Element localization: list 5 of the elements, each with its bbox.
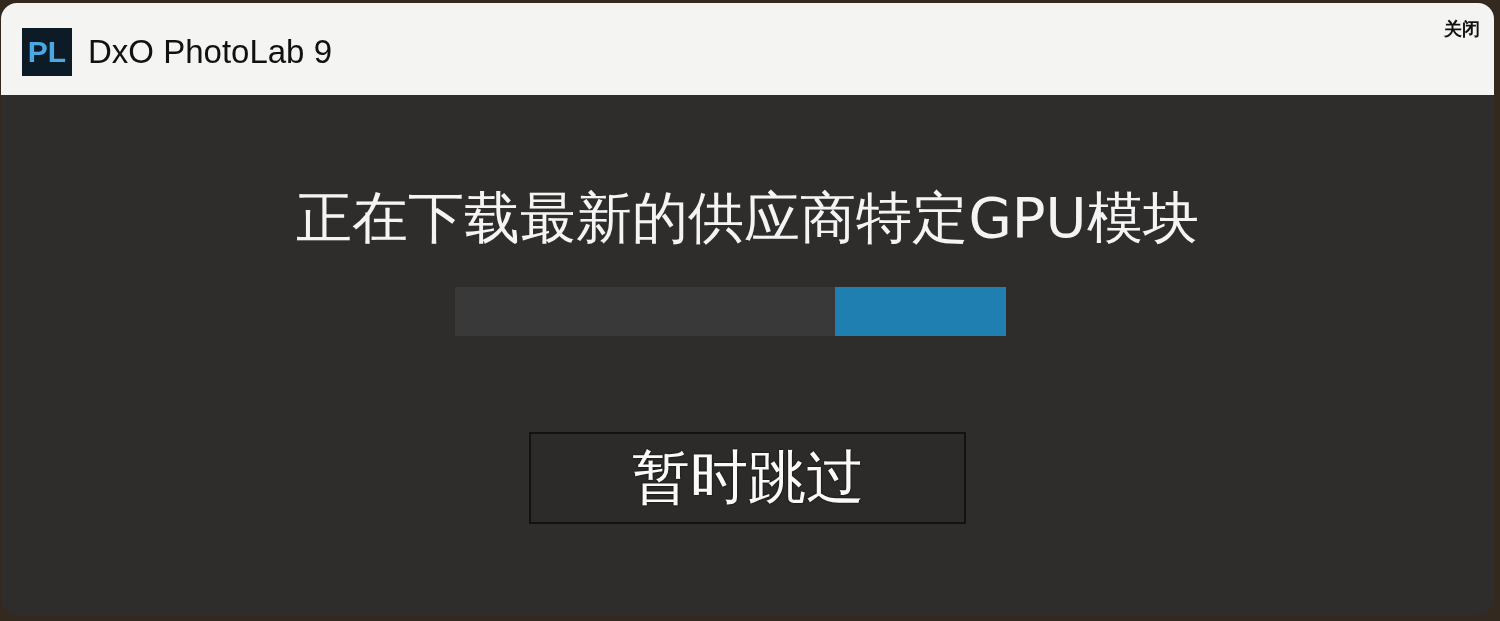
close-button[interactable]: 关闭 [1444,17,1480,41]
window-title: DxO PhotoLab 9 [88,33,332,71]
status-message: 正在下载最新的供应商特定GPU模块 [296,184,1199,252]
app-logo: PL [22,28,72,76]
skip-button[interactable]: 暂时跳过 [529,432,966,524]
